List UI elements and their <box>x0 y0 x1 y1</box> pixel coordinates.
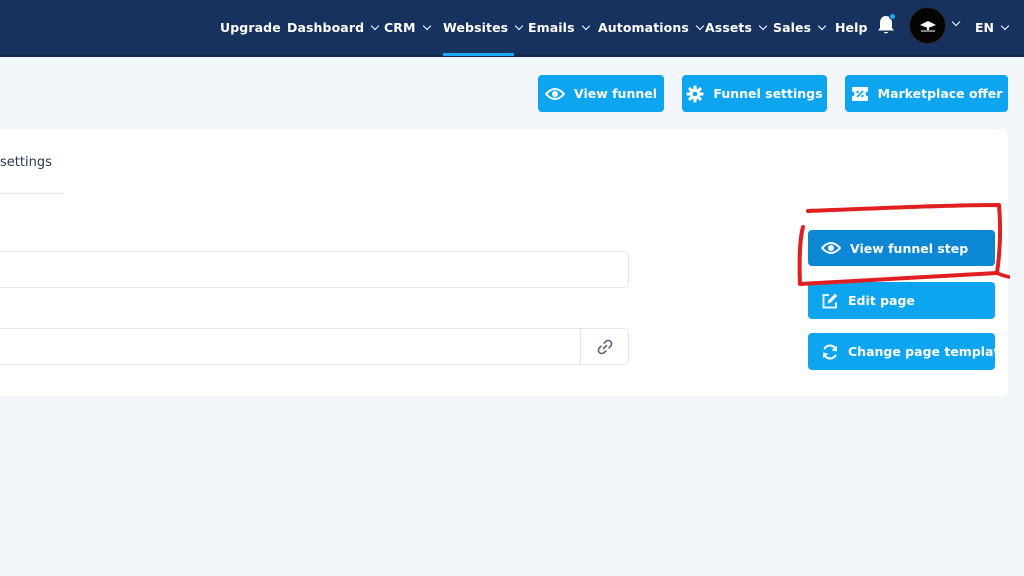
nav-websites-label: Websites <box>443 20 509 35</box>
nav-upgrade[interactable]: Upgrade <box>220 0 281 55</box>
edit-page-label: Edit page <box>848 293 915 308</box>
tab-settings[interactable]: settings <box>0 155 52 170</box>
marketplace-offer-button[interactable]: Marketplace offer <box>845 75 1008 112</box>
change-page-template-button[interactable]: Change page template <box>808 333 1008 370</box>
copy-link-button[interactable] <box>580 328 629 365</box>
language-selector[interactable]: EN <box>975 0 1010 55</box>
chevron-down-icon <box>514 21 524 30</box>
chevron-down-icon <box>1000 21 1010 30</box>
nav-assets-label: Assets <box>705 20 753 35</box>
change-page-template-label: Change page template <box>848 344 1008 359</box>
chevron-down-icon <box>422 21 431 30</box>
top-navigation: Upgrade Dashboard CRM Websites Emails Au… <box>0 0 1024 57</box>
funnel-settings-label: Funnel settings <box>713 86 823 101</box>
gear-icon <box>686 85 704 102</box>
nav-upgrade-label: Upgrade <box>220 20 281 35</box>
active-tab-indicator <box>443 53 514 56</box>
refresh-icon <box>823 344 837 359</box>
language-label: EN <box>975 20 995 35</box>
nav-dashboard-label: Dashboard <box>287 20 365 35</box>
nav-emails[interactable]: Emails <box>528 0 590 55</box>
nav-crm[interactable]: CRM <box>384 0 431 55</box>
chevron-down-icon <box>758 21 768 30</box>
nav-crm-label: CRM <box>384 20 416 35</box>
nav-emails-label: Emails <box>528 20 575 35</box>
view-funnel-label: View funnel <box>573 86 657 101</box>
nav-help[interactable]: Help <box>835 0 868 55</box>
page-url-input[interactable] <box>0 328 581 365</box>
avatar[interactable] <box>909 7 946 44</box>
nav-automations[interactable]: Automations <box>598 0 705 55</box>
eye-icon <box>544 87 565 100</box>
page-name-input[interactable] <box>0 251 629 288</box>
marketplace-offer-label: Marketplace offer <box>877 86 1003 101</box>
chevron-down-icon[interactable] <box>951 17 961 27</box>
chevron-down-icon <box>370 21 380 30</box>
nav-assets[interactable]: Assets <box>705 0 768 55</box>
tab-divider <box>0 193 64 194</box>
nav-websites[interactable]: Websites <box>443 0 524 55</box>
nav-automations-label: Automations <box>598 20 689 35</box>
edit-page-button[interactable]: Edit page <box>808 282 995 319</box>
notification-dot <box>889 13 896 20</box>
view-funnel-step-button[interactable]: View funnel step <box>808 230 995 266</box>
eye-icon <box>821 242 841 254</box>
edit-icon <box>822 293 838 308</box>
funnel-settings-button[interactable]: Funnel settings <box>682 75 827 112</box>
nav-help-label: Help <box>835 20 868 35</box>
link-icon <box>597 339 612 354</box>
view-funnel-button[interactable]: View funnel <box>538 75 664 112</box>
chevron-down-icon <box>817 21 827 30</box>
view-funnel-step-label: View funnel step <box>850 240 969 256</box>
nav-sales[interactable]: Sales <box>773 0 827 55</box>
nav-dashboard[interactable]: Dashboard <box>287 0 380 55</box>
chevron-down-icon <box>581 21 590 30</box>
nav-sales-label: Sales <box>773 20 812 35</box>
logo-icon <box>919 20 936 31</box>
chevron-down-icon <box>695 21 705 30</box>
ticket-icon <box>851 86 868 101</box>
